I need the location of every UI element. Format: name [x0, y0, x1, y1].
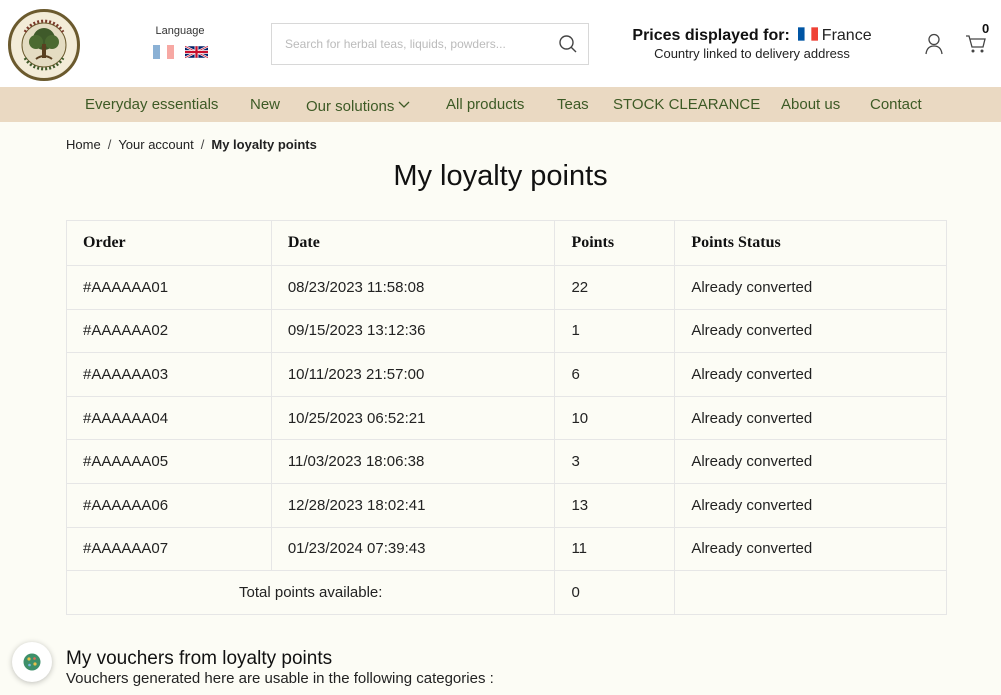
points-cell: 22	[554, 265, 676, 310]
points-cell: 6	[554, 352, 676, 397]
date-cell: 09/15/2023 13:12:36	[270, 308, 556, 354]
search-icon[interactable]	[558, 34, 578, 54]
language-label: Language	[155, 25, 205, 37]
status-cell: Already converted	[674, 439, 947, 484]
date-cell: 08/23/2023 11:58:08	[270, 265, 556, 310]
breadcrumb-separator: /	[200, 137, 205, 152]
status-cell: Already converted	[674, 526, 947, 572]
prices-subtext: Country linked to delivery address	[654, 46, 850, 61]
column-header-order: Order	[66, 220, 272, 266]
vouchers-description: Vouchers generated here are usable in th…	[66, 670, 494, 687]
cart-icon[interactable]	[965, 34, 987, 54]
status-cell: Already converted	[674, 352, 947, 397]
site-header: Language Prices displayed for:Fra	[0, 0, 1001, 87]
column-header-points: Points	[554, 220, 676, 266]
breadcrumb-separator: /	[107, 137, 112, 152]
nav-item-about-us[interactable]: About us	[781, 96, 840, 113]
uk-flag-icon[interactable]	[184, 45, 209, 59]
user-account-icon[interactable]	[924, 33, 944, 55]
table-row: #AAAAAA04 10/25/2023 06:52:21 10 Already…	[66, 395, 947, 441]
site-logo[interactable]	[8, 9, 80, 81]
date-cell: 12/28/2023 18:02:41	[270, 482, 556, 528]
date-cell: 10/11/2023 21:57:00	[270, 352, 556, 397]
search-bar	[271, 23, 589, 65]
order-cell: #AAAAAA05	[66, 439, 272, 484]
date-cell: 01/23/2024 07:39:43	[270, 526, 556, 572]
total-row: Total points available: 0	[65, 570, 947, 615]
page-title: My loyalty points	[393, 160, 608, 192]
nav-item-stock-clearance[interactable]: STOCK CLEARANCE	[613, 96, 760, 113]
order-cell: #AAAAAA03	[66, 352, 272, 397]
breadcrumb-home-link[interactable]: Home	[66, 137, 101, 152]
column-header-points-status: Points Status	[674, 220, 947, 266]
table-row: #AAAAAA02 09/15/2023 13:12:36 1 Already …	[66, 308, 947, 354]
points-cell: 3	[554, 439, 676, 484]
nav-item-all-products[interactable]: All products	[446, 96, 524, 113]
points-cell: 10	[554, 395, 676, 441]
table-row: #AAAAAA05 11/03/2023 18:06:38 3 Already …	[66, 439, 947, 484]
order-cell: #AAAAAA01	[66, 265, 272, 310]
language-switcher: Language	[140, 25, 220, 59]
breadcrumb-account-link[interactable]: Your account	[118, 137, 193, 152]
cookie-settings-button[interactable]	[12, 642, 52, 682]
status-cell: Already converted	[674, 482, 947, 528]
order-cell: #AAAAAA07	[66, 526, 272, 572]
order-cell: #AAAAAA04	[66, 395, 272, 441]
france-flag-icon	[797, 27, 818, 41]
table-row: #AAAAAA03 10/11/2023 21:57:00 6 Already …	[66, 352, 947, 397]
chevron-down-icon	[398, 96, 410, 108]
table-row: #AAAAAA01 08/23/2023 11:58:08 22 Already…	[66, 265, 947, 310]
date-cell: 10/25/2023 06:52:21	[270, 395, 556, 441]
cart-count-badge: 0	[982, 21, 990, 36]
table-header-row: Order Date Points Points Status	[66, 220, 947, 266]
loyalty-points-table: Order Date Points Points Status #AAAAAA0…	[65, 220, 947, 615]
status-cell: Already converted	[674, 395, 947, 441]
date-cell: 11/03/2023 18:06:38	[270, 439, 556, 484]
price-country-selector[interactable]: Prices displayed for: France Country link…	[600, 27, 904, 61]
prices-label: Prices displayed for:	[632, 27, 790, 44]
country-name: France	[821, 27, 872, 44]
order-cell: #AAAAAA02	[66, 308, 272, 354]
french-flag-icon[interactable]	[152, 45, 175, 59]
table-row: #AAAAAA06 12/28/2023 18:02:41 13 Already…	[66, 482, 947, 528]
search-input[interactable]	[272, 24, 542, 64]
main-navigation: Everyday essentials New Our solutions Al…	[0, 87, 1001, 122]
points-cell: 11	[554, 526, 676, 572]
order-cell: #AAAAAA06	[66, 482, 272, 528]
table-row: #AAAAAA07 01/23/2024 07:39:43 11 Already…	[66, 526, 947, 572]
total-empty-cell	[674, 570, 947, 615]
breadcrumb-current: My loyalty points	[211, 137, 317, 152]
nav-item-our-solutions-label: Our solutions	[306, 98, 395, 115]
total-points-value: 0	[554, 570, 676, 615]
breadcrumb: Home / Your account / My loyalty points	[66, 137, 317, 152]
vouchers-heading: My vouchers from loyalty points	[66, 648, 333, 669]
status-cell: Already converted	[674, 308, 947, 354]
points-cell: 1	[554, 308, 676, 354]
nav-item-contact[interactable]: Contact	[870, 96, 922, 113]
nav-item-everyday-essentials[interactable]: Everyday essentials	[85, 96, 218, 113]
nav-item-teas[interactable]: Teas	[557, 96, 589, 113]
nav-item-our-solutions[interactable]: Our solutions	[306, 96, 410, 115]
nav-item-new[interactable]: New	[250, 96, 280, 113]
status-cell: Already converted	[674, 265, 947, 310]
total-points-label: Total points available:	[65, 570, 556, 615]
points-cell: 13	[554, 482, 676, 528]
column-header-date: Date	[270, 220, 556, 266]
